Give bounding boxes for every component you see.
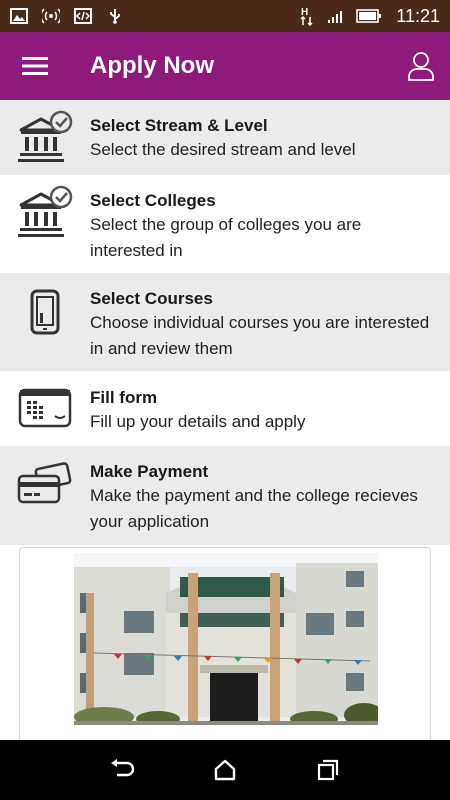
status-bar: H 11:21 xyxy=(0,0,450,32)
step-description: Fill up your details and apply xyxy=(90,412,306,431)
step-select-courses[interactable]: Select Courses Choose individual courses… xyxy=(0,273,450,371)
data-transfer-icon: H xyxy=(300,7,313,26)
back-icon xyxy=(110,759,134,777)
step-title: Make Payment xyxy=(90,462,209,481)
phone-icon xyxy=(30,289,60,335)
battery-icon xyxy=(356,9,382,23)
step-select-stream[interactable]: Select Stream & Level Select the desired… xyxy=(0,100,450,175)
bank-check-icon xyxy=(18,185,73,237)
user-icon xyxy=(408,52,434,81)
usb-icon xyxy=(110,9,120,24)
step-title: Fill form xyxy=(90,388,158,407)
profile-button[interactable] xyxy=(406,50,436,82)
recents-icon xyxy=(318,759,339,781)
step-title: Select Stream & Level xyxy=(90,116,268,135)
gallery-icon xyxy=(10,8,28,24)
code-icon xyxy=(74,8,92,24)
step-title: Select Courses xyxy=(90,289,213,308)
step-description: Make the payment and the college recieve… xyxy=(90,486,418,531)
signal-icon xyxy=(328,11,343,23)
step-description: Choose individual courses you are intere… xyxy=(90,313,430,358)
navigation-bar xyxy=(0,740,450,800)
step-select-colleges[interactable]: Select Colleges Select the group of coll… xyxy=(0,175,450,273)
step-fill-form[interactable]: Fill form Fill up your details and apply xyxy=(0,371,450,446)
svg-text:H: H xyxy=(301,7,308,18)
home-button[interactable] xyxy=(205,750,245,790)
college-photo xyxy=(74,553,378,725)
bank-check-icon xyxy=(18,110,73,162)
browser-form-icon xyxy=(18,388,72,428)
page-title: Apply Now xyxy=(90,52,214,79)
college-card[interactable] xyxy=(19,547,431,747)
status-time: 11:21 xyxy=(396,5,440,26)
cards-icon xyxy=(17,462,72,504)
step-make-payment[interactable]: Make Payment Make the payment and the co… xyxy=(0,446,450,545)
step-title: Select Colleges xyxy=(90,191,216,210)
home-icon xyxy=(214,759,236,781)
app-bar: Apply Now xyxy=(0,32,450,100)
hotspot-icon xyxy=(42,8,60,24)
step-description: Select the group of colleges you are int… xyxy=(90,215,362,260)
recents-button[interactable] xyxy=(308,750,348,790)
steps-list: Select Stream & Level Select the desired… xyxy=(0,100,450,545)
step-description: Select the desired stream and level xyxy=(90,140,356,159)
menu-button[interactable] xyxy=(0,32,70,100)
back-button[interactable] xyxy=(102,750,142,790)
hamburger-icon xyxy=(22,57,48,75)
